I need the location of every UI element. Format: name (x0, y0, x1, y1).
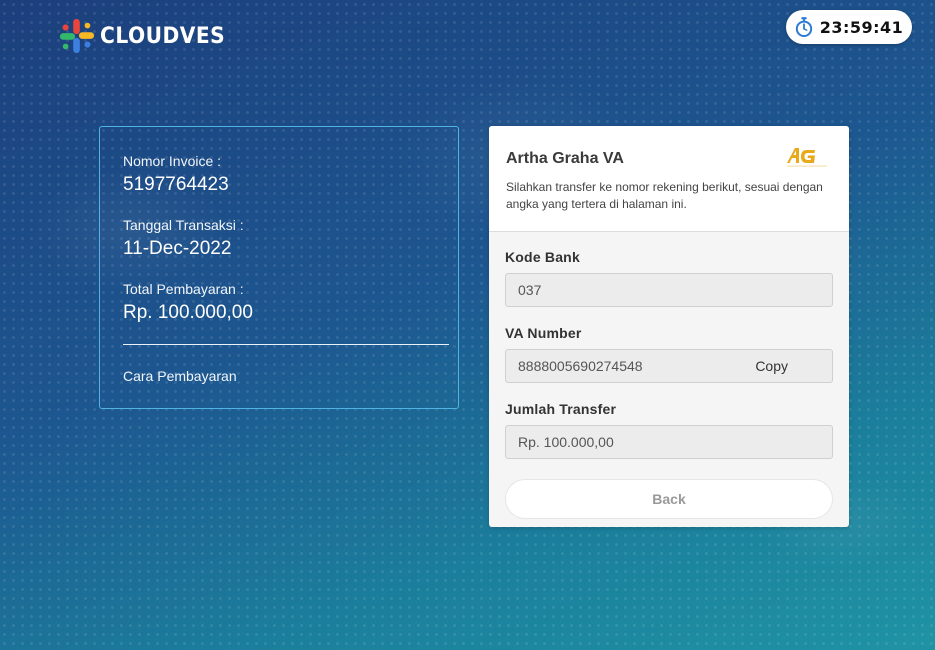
back-button[interactable]: Back (505, 479, 833, 519)
countdown-timer: 23:59:41 (786, 10, 912, 44)
payment-details-card: Artha Graha VA Silahkan transfer ke nomo… (489, 126, 849, 527)
how-to-pay-link[interactable]: Cara Pembayaran (123, 368, 237, 384)
invoice-number-group: Nomor Invoice : 5197764423 (123, 153, 448, 196)
va-number-value: 8888005690274548 (518, 358, 643, 374)
bank-code-label: Kode Bank (505, 249, 580, 265)
va-number-field: 8888005690274548 Copy (505, 349, 833, 383)
bank-artha-graha-logo-icon (787, 148, 827, 167)
total-payment-value: Rp. 100.000,00 (123, 302, 253, 323)
invoice-number-label: Nomor Invoice : (123, 153, 222, 169)
bank-code-field: 037 (505, 273, 833, 307)
va-number-label: VA Number (505, 325, 582, 341)
transfer-amount-value: Rp. 100.000,00 (518, 434, 614, 450)
bank-code-value: 037 (518, 282, 542, 298)
payment-body: Kode Bank 037 VA Number 8888005690274548… (489, 232, 849, 519)
brand-logo: CLOUDVES (58, 17, 236, 55)
transfer-amount-label: Jumlah Transfer (505, 401, 617, 417)
total-payment-group: Total Pembayaran : Rp. 100.000,00 (123, 281, 448, 324)
invoice-summary-card: Nomor Invoice : 5197764423 Tanggal Trans… (99, 126, 459, 409)
payment-method-title: Artha Graha VA (506, 150, 624, 167)
payment-header: Artha Graha VA Silahkan transfer ke nomo… (489, 126, 849, 232)
total-payment-label: Total Pembayaran : (123, 281, 244, 297)
timer-value: 23:59:41 (819, 17, 904, 37)
transaction-date-value: 11-Dec-2022 (123, 238, 232, 259)
brand-name: CLOUDVES (100, 23, 226, 49)
copy-button[interactable]: Copy (755, 358, 788, 374)
transaction-date-label: Tanggal Transaksi : (123, 217, 244, 233)
invoice-divider (123, 344, 449, 345)
transaction-date-group: Tanggal Transaksi : 11-Dec-2022 (123, 217, 448, 260)
transfer-amount-field: Rp. 100.000,00 (505, 425, 833, 459)
stopwatch-icon (795, 17, 812, 37)
invoice-number-value: 5197764423 (123, 174, 229, 195)
cloudves-logo-icon (59, 18, 95, 54)
payment-instructions: Silahkan transfer ke nomor rekening beri… (506, 180, 823, 211)
